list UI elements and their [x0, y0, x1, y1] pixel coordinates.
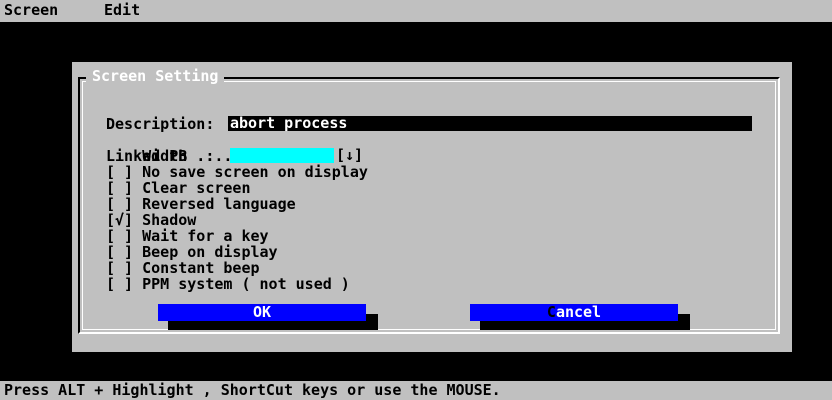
- option-ppm-system[interactable]: [ ] PPM system ( not used ): [106, 276, 350, 292]
- description-label: Description:: [106, 115, 215, 133]
- linked-pb-label: Linked PB .:: [106, 147, 215, 165]
- option-constant-beep[interactable]: [ ] Constant beep: [106, 260, 260, 276]
- option-beep-on-display[interactable]: [ ] Beep on display: [106, 244, 278, 260]
- screen-setting-dialog: Screen Setting Description: abort proces…: [72, 62, 792, 352]
- description-input[interactable]: abort process: [228, 116, 752, 131]
- option-wait-for-key[interactable]: [ ] Wait for a key: [106, 228, 269, 244]
- cancel-label: ancel: [555, 303, 602, 321]
- status-bar: Press ALT + Highlight , ShortCut keys or…: [0, 381, 832, 400]
- option-reversed-language[interactable]: [ ] Reversed language: [106, 196, 296, 212]
- checkbox-icon: [ ]: [106, 275, 134, 293]
- cancel-button[interactable]: Cancel: [470, 304, 678, 321]
- option-clear-screen[interactable]: [ ] Clear screen: [106, 180, 251, 196]
- menu-edit[interactable]: Edit: [104, 2, 140, 19]
- option-label: PPM system ( not used ): [142, 275, 350, 293]
- dialog-title: Screen Setting: [86, 68, 225, 85]
- linked-pb-input[interactable]: [230, 148, 334, 163]
- cancel-hotkey: C: [546, 303, 556, 321]
- menu-bar: Screen Edit: [0, 0, 832, 22]
- linked-pb-dropdown-icon[interactable]: [↓]: [336, 148, 363, 163]
- option-no-save-screen[interactable]: [ ] No save screen on display: [106, 164, 368, 180]
- menu-screen[interactable]: Screen: [4, 2, 58, 19]
- option-shadow[interactable]: [√] Shadow: [106, 212, 196, 228]
- width-row: Width .....:34: [106, 132, 268, 164]
- ok-button[interactable]: OK: [158, 304, 366, 321]
